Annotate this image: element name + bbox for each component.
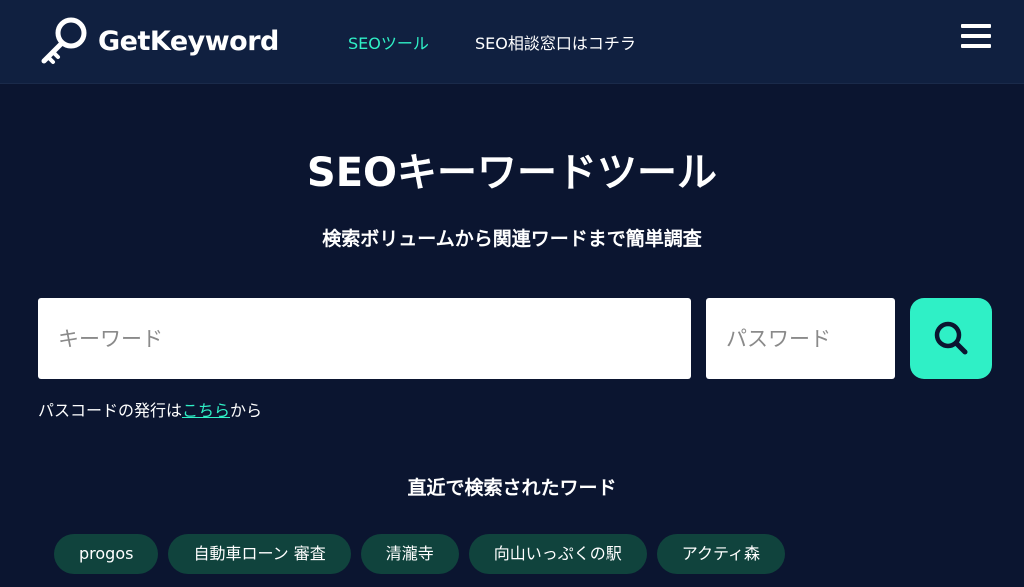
recent-searches-list: progos 自動車ローン 審査 清瀧寺 向山いっぷくの駅 アクティ森	[54, 534, 786, 574]
passcode-link[interactable]: こちら	[182, 401, 230, 420]
recent-search-tag[interactable]: 清瀧寺	[360, 534, 459, 574]
hamburger-menu-icon[interactable]	[961, 24, 991, 48]
menu-bar	[961, 34, 991, 38]
recent-searches-heading: 直近で検索されたワード	[407, 477, 617, 499]
search-button[interactable]	[910, 298, 992, 379]
recent-search-tag[interactable]: 自動車ローン 審査	[168, 534, 351, 574]
brand-logo[interactable]: GetKeyword	[38, 14, 279, 68]
recent-search-tag[interactable]: アクティ森	[656, 534, 786, 574]
page-title: SEOキーワードツール	[306, 150, 718, 196]
passcode-note-suffix: から	[230, 401, 263, 420]
recent-search-tag[interactable]: 向山いっぷくの駅	[468, 534, 647, 574]
passcode-note-prefix: パスコードの発行は	[38, 401, 183, 420]
passcode-note: パスコードの発行はこちらから	[38, 397, 262, 421]
menu-bar	[961, 44, 991, 48]
search-icon	[934, 321, 968, 355]
nav-link-seo-consultation[interactable]: SEO相談窓口はコチラ	[475, 30, 636, 54]
password-input[interactable]	[706, 298, 895, 379]
keyword-input[interactable]	[38, 298, 691, 379]
menu-bar	[961, 24, 991, 28]
page-subtitle: 検索ボリュームから関連ワードまで簡単調査	[322, 228, 702, 250]
brand-name: GetKeyword	[98, 25, 279, 57]
nav-link-seo-tools[interactable]: SEOツール	[348, 30, 429, 54]
top-navbar: GetKeyword SEOツール SEO相談窓口はコチラ	[0, 0, 1024, 84]
recent-search-tag[interactable]: progos	[54, 534, 159, 574]
key-icon	[41, 17, 87, 64]
